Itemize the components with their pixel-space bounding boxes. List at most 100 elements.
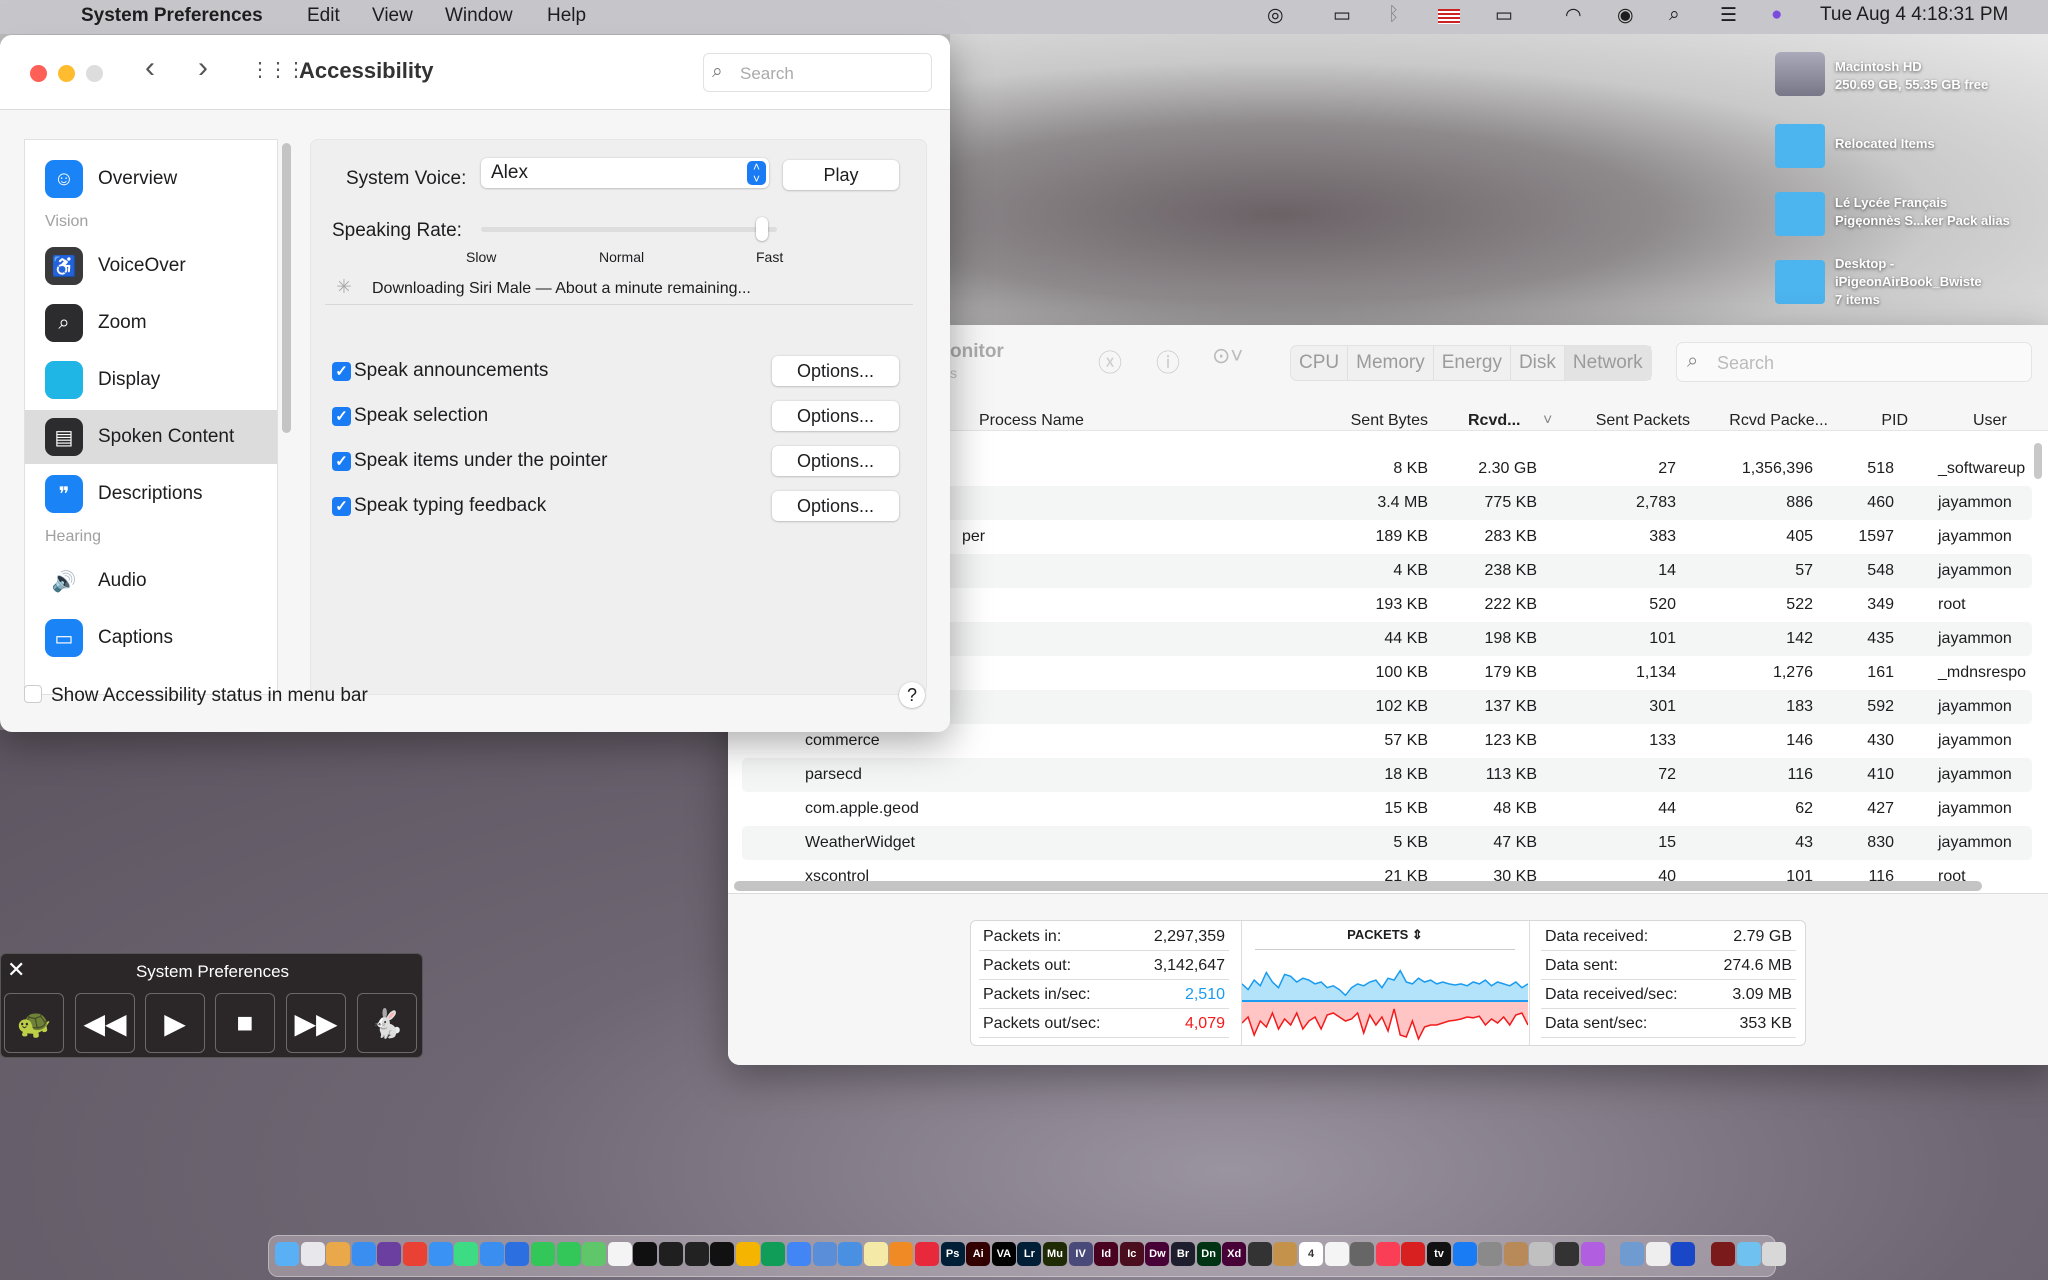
slider-knob[interactable] (756, 217, 769, 241)
dock-app-icon[interactable]: Id (1094, 1242, 1119, 1266)
dock-app-icon[interactable] (1273, 1242, 1298, 1266)
dock-app-icon[interactable]: Dn (1196, 1242, 1221, 1266)
rewind-button[interactable]: ◀◀ (75, 993, 135, 1053)
dock-app-icon[interactable] (1401, 1242, 1426, 1266)
dock-app-icon[interactable]: Br (1171, 1242, 1195, 1266)
creative-cloud-icon[interactable]: ◎ (1267, 4, 1284, 27)
column-sent-bytes[interactable]: Sent Bytes (1288, 405, 1428, 437)
dock-app-icon[interactable] (710, 1242, 735, 1266)
dock-app-icon[interactable] (403, 1242, 427, 1266)
close-button[interactable] (30, 65, 47, 82)
dock-app-icon[interactable] (275, 1242, 299, 1266)
sidebar-item-zoom[interactable]: ⌕ Zoom (25, 296, 277, 350)
speaking-rate-slider[interactable] (481, 217, 777, 241)
dock-app-icon[interactable] (1645, 1242, 1670, 1266)
sidebar-item-display[interactable]: Display (25, 353, 277, 407)
dock-app-icon[interactable]: VA (991, 1242, 1016, 1266)
dock-app-icon[interactable] (1620, 1242, 1645, 1266)
options-button[interactable]: Options... (772, 356, 899, 386)
dock-app-icon[interactable] (1478, 1242, 1503, 1266)
show-all-grid-icon[interactable]: ⋮⋮⋮ (250, 57, 306, 82)
sidebar-item-captions[interactable]: ▭ Captions (25, 611, 277, 665)
wifi-icon[interactable]: ◠ (1565, 4, 1582, 27)
forward-icon[interactable]: › (198, 51, 208, 85)
dock-app-icon[interactable] (863, 1242, 888, 1266)
dock-app-icon[interactable] (377, 1242, 402, 1266)
menu-edit[interactable]: Edit (307, 5, 340, 27)
siri-icon[interactable]: ● (1771, 4, 1782, 26)
spotlight-icon[interactable]: ⌕ (1669, 4, 1680, 26)
dock-app-icon[interactable]: Lr (1017, 1242, 1042, 1266)
dock-app-icon[interactable] (1503, 1242, 1528, 1266)
menu-view[interactable]: View (372, 5, 413, 27)
dock-app-icon[interactable] (633, 1242, 658, 1266)
table-row[interactable]: com.apple.geod 15 KB 48 KB 44 62 427 jayammon (742, 792, 2032, 826)
zoom-button[interactable] (86, 65, 103, 82)
dock-app-icon[interactable]: Xd (1222, 1242, 1247, 1266)
sidebar-scrollbar[interactable] (282, 143, 291, 433)
column-user[interactable]: User (1973, 405, 2007, 437)
battery-charging-icon[interactable]: ▭ (1495, 4, 1513, 27)
dock-app-icon[interactable]: 4 (1299, 1242, 1323, 1266)
option-checkbox[interactable]: ✓ (332, 452, 351, 471)
slower-button[interactable]: 🐢 (4, 993, 64, 1053)
more-actions-icon[interactable]: ⊙˅ (1212, 343, 1243, 369)
dock-app-icon[interactable] (684, 1242, 709, 1266)
info-icon[interactable]: ⓘ (1156, 343, 1180, 378)
play-button[interactable]: Play (783, 160, 899, 190)
fast-forward-button[interactable]: ▶▶ (286, 993, 346, 1053)
dock-app-icon[interactable] (326, 1242, 351, 1266)
dock-app-icon[interactable]: IV (1068, 1242, 1093, 1266)
sidebar-item-audio[interactable]: 🔊 Audio (25, 554, 277, 608)
dock-app-icon[interactable] (1711, 1242, 1735, 1266)
dock-app-icon[interactable] (1671, 1242, 1696, 1266)
table-row[interactable]: WeatherWidget 5 KB 47 KB 15 43 830 jayammon (742, 826, 2032, 860)
menu-help[interactable]: Help (547, 5, 586, 27)
column-pid[interactable]: PID (1828, 405, 1908, 437)
play-button[interactable]: ▶ (145, 993, 205, 1053)
column-sent-packets[interactable]: Sent Packets (1558, 405, 1690, 437)
dock-app-icon[interactable] (1452, 1242, 1477, 1266)
tab-energy[interactable]: Energy (1434, 346, 1511, 380)
column-process-name[interactable]: Process Name (979, 405, 1084, 437)
dock-app-icon[interactable]: Ai (966, 1242, 991, 1266)
dock-app-icon[interactable] (351, 1242, 376, 1266)
dock-app-icon[interactable] (300, 1242, 325, 1266)
option-checkbox[interactable]: ✓ (332, 497, 351, 516)
us-flag-icon[interactable] (1438, 9, 1460, 24)
search-input[interactable]: ⌕ Search (1676, 342, 2032, 382)
dock-app-icon[interactable]: Mu (1043, 1242, 1067, 1266)
dock-app-icon[interactable] (582, 1242, 607, 1266)
stop-button[interactable]: ■ (215, 993, 275, 1053)
faster-button[interactable]: 🐇 (357, 993, 417, 1053)
dock-app-icon[interactable] (1736, 1242, 1761, 1266)
dock-app-icon[interactable] (1324, 1242, 1349, 1266)
table-row[interactable]: parsecd 18 KB 113 KB 72 116 410 jayammon (742, 758, 2032, 792)
dock-app-icon[interactable]: tv (1427, 1242, 1451, 1266)
tab-network[interactable]: Network (1564, 346, 1651, 380)
system-voice-select[interactable]: Alex ˄ ˅ (481, 158, 769, 188)
vertical-scrollbar[interactable] (2034, 443, 2042, 479)
tab-memory[interactable]: Memory (1348, 346, 1434, 380)
dock-app-icon[interactable] (915, 1242, 939, 1266)
dock-app-icon[interactable] (556, 1242, 581, 1266)
dock-app-icon[interactable] (838, 1242, 863, 1266)
dock-app-icon[interactable] (787, 1242, 811, 1266)
dock-app-icon[interactable] (1375, 1242, 1400, 1266)
options-button[interactable]: Options... (772, 401, 899, 431)
dock-app-icon[interactable] (607, 1242, 632, 1266)
dock-app-icon[interactable] (1350, 1242, 1375, 1266)
options-button[interactable]: Options... (772, 446, 899, 476)
dock-app-icon[interactable] (428, 1242, 453, 1266)
search-input[interactable]: ⌕ Search (703, 53, 932, 92)
dock-app-icon[interactable] (735, 1242, 760, 1266)
dock-app-icon[interactable] (531, 1242, 555, 1266)
tab-cpu[interactable]: CPU (1291, 346, 1349, 380)
control-center-icon[interactable]: ☰ (1720, 4, 1737, 27)
dock-app-icon[interactable] (505, 1242, 530, 1266)
tab-disk[interactable]: Disk (1511, 346, 1565, 380)
dock-app-icon[interactable]: Ic (1119, 1242, 1144, 1266)
bluetooth-icon[interactable]: ᛒ (1388, 4, 1399, 26)
dock-app-icon[interactable] (1580, 1242, 1605, 1266)
sidebar-item-spoken-content[interactable]: ▤ Spoken Content (25, 410, 277, 464)
